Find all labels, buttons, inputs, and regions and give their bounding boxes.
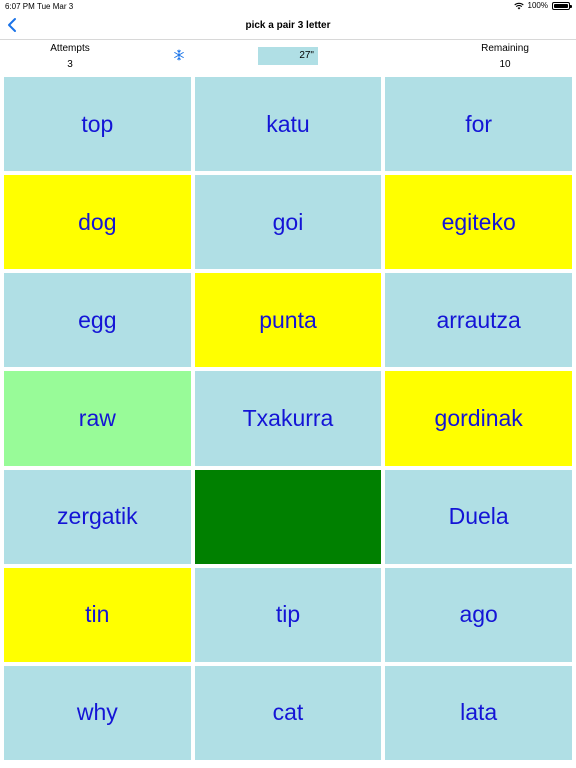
tile[interactable]: zergatik	[4, 469, 191, 564]
tile[interactable]: Duela	[385, 469, 572, 564]
wifi-icon	[513, 2, 524, 9]
timer-display: 27"	[258, 47, 318, 65]
status-right: 100%	[513, 1, 572, 10]
tile[interactable]: goi	[194, 175, 382, 270]
tile[interactable]: egiteko	[385, 175, 572, 270]
tile-hidden	[194, 469, 382, 564]
tile[interactable]: for	[385, 77, 572, 172]
tile[interactable]: punta	[194, 273, 382, 368]
battery-icon	[552, 1, 572, 10]
tile[interactable]: top	[4, 77, 191, 172]
tile[interactable]: why	[4, 665, 191, 760]
status-bar: 6:07 PM Tue Mar 3 100%	[0, 0, 576, 12]
tile[interactable]: dog	[4, 175, 191, 270]
tile[interactable]: arrautza	[385, 273, 572, 368]
nav-bar: pick a pair 3 letter	[0, 12, 576, 40]
tile[interactable]: cat	[194, 665, 382, 760]
remaining-stat: Remaining 10	[465, 43, 545, 70]
status-time: 6:07 PM	[5, 2, 35, 11]
remaining-label: Remaining	[481, 43, 529, 54]
tile[interactable]: lata	[385, 665, 572, 760]
attempts-value: 3	[67, 59, 73, 70]
tile-grid: top katu for dog goi egiteko egg punta arrautza r…	[4, 77, 572, 760]
snowflake-icon[interactable]	[173, 49, 185, 61]
page-title: pick a pair 3 letter	[245, 20, 331, 31]
tile[interactable]: ago	[385, 567, 572, 662]
remaining-value: 10	[499, 59, 511, 70]
tile[interactable]: katu	[194, 77, 382, 172]
tile[interactable]: raw	[4, 371, 191, 466]
tile[interactable]: Txakurra	[194, 371, 382, 466]
status-date: Tue Mar 3	[37, 2, 74, 11]
attempts-label: Attempts	[50, 43, 90, 54]
attempts-stat: Attempts 3	[30, 43, 110, 70]
battery-percent: 100%	[527, 1, 548, 10]
tile[interactable]: gordinak	[385, 371, 572, 466]
tile[interactable]: tip	[194, 567, 382, 662]
tile[interactable]: egg	[4, 273, 191, 368]
tile[interactable]: tin	[4, 567, 191, 662]
